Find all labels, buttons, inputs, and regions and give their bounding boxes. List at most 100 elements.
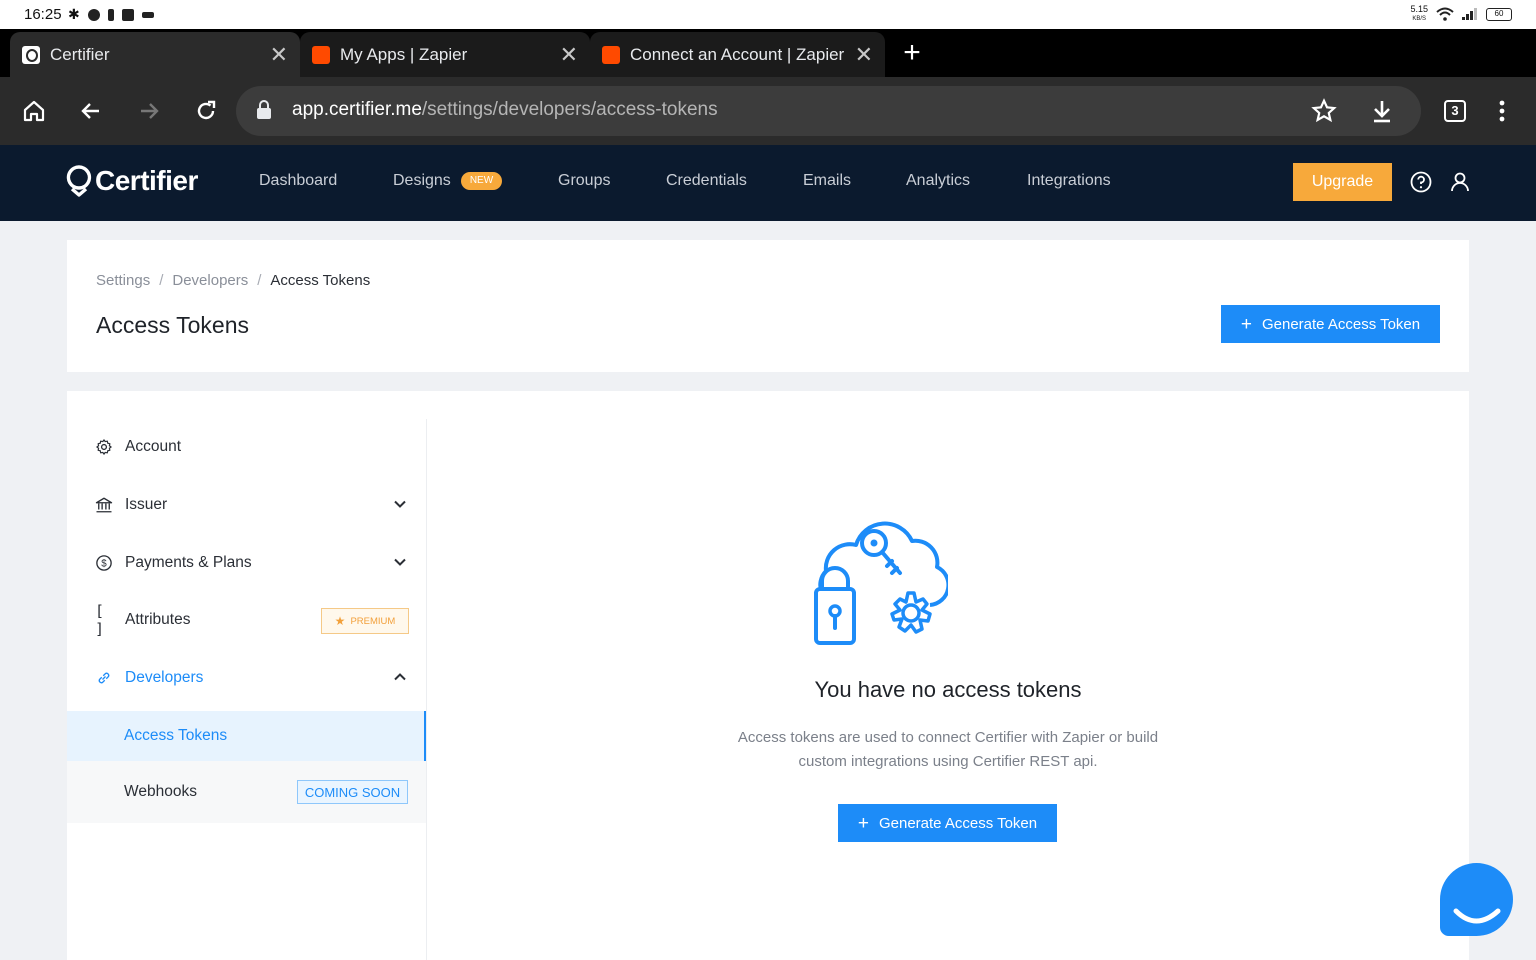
home-button[interactable] [18,95,50,127]
new-badge: NEW [460,172,503,190]
chevron-down-icon[interactable] [393,555,407,569]
settings-sidebar: Account Issuer $ Payments & Plans [ ] At… [67,419,427,960]
url-path: /settings/developers/access-tokens [421,99,718,120]
browser-menu-button[interactable] [1486,95,1518,127]
clock: 16:25 [24,6,62,23]
close-tab-icon[interactable]: ✕ [270,42,288,68]
link-icon [95,669,113,687]
new-tab-button[interactable]: + [897,35,927,71]
reload-icon [197,100,216,120]
upgrade-button[interactable]: Upgrade [1293,163,1392,201]
generate-access-token-button[interactable]: + Generate Access Token [1221,305,1440,343]
nav-label: Analytics [906,172,971,189]
star-icon [1311,98,1337,123]
user-profile-button[interactable] [1448,170,1472,194]
cloud-security-illustration [814,521,948,645]
network-speed: 5.15 KB/S [1410,5,1428,23]
nav-label: Integrations [1027,172,1111,189]
help-icon [1410,171,1432,193]
back-arrow-icon [81,103,99,119]
chevron-up-icon[interactable] [393,670,407,684]
help-button[interactable] [1409,170,1433,194]
sidebar-subitem-label: Access Tokens [124,727,228,744]
breadcrumb-settings[interactable]: Settings [96,272,150,289]
empty-state-description-line1: Access tokens are used to connect Certif… [737,729,1159,746]
sidebar-subitem-access-tokens[interactable]: Access Tokens [67,711,426,761]
plus-icon: + [857,812,869,834]
sidebar-item-developers[interactable]: Developers [67,650,427,706]
network-speed-unit: KB/S [1412,16,1427,22]
bank-icon [95,496,113,514]
back-button[interactable] [75,95,107,127]
close-tab-icon[interactable]: ✕ [560,42,578,68]
nav-emails[interactable]: Emails [803,172,851,190]
battery-level: 60 [1494,8,1504,18]
tab-switcher-button[interactable]: 3 [1439,95,1471,127]
system-status-bar: 16:25 ✱ 5.15 KB/S 60 [0,0,1536,29]
tab-title: Certifier [50,44,110,64]
button-label: Generate Access Token [878,814,1038,832]
close-tab-icon[interactable]: ✕ [855,42,873,68]
certifier-logo[interactable]: Certifier [66,165,198,197]
plus-icon: + [1240,313,1252,335]
browser-toolbar: app.certifier.me/settings/developers/acc… [0,77,1536,145]
nav-dashboard[interactable]: Dashboard [259,172,337,190]
sidebar-item-label: Issuer [125,496,168,513]
brackets-icon: [ ] [95,602,105,638]
sidebar-item-label: Attributes [125,611,191,628]
home-icon [23,100,45,122]
browser-tab-certifier[interactable]: Certifier ✕ [10,32,300,77]
tab-count-icon: 3 [1444,100,1466,122]
page-title: Access Tokens [96,312,249,338]
nav-label: Designs [393,172,451,189]
chat-widget-button[interactable] [1440,863,1513,936]
sidebar-item-payments-plans[interactable]: $ Payments & Plans [67,535,427,591]
nav-label: Credentials [666,172,747,189]
url-host: app.certifier.me [292,99,422,120]
download-page-button[interactable] [1370,98,1394,129]
page-header-card: Settings / Developers / Access Tokens Access… [67,240,1469,372]
nav-groups[interactable]: Groups [558,172,610,190]
breadcrumb-current: Access Tokens [270,272,371,289]
sidebar-item-issuer[interactable]: Issuer [67,477,427,533]
nav-label: Dashboard [259,172,338,189]
empty-state-generate-token-button[interactable]: + Generate Access Token [838,804,1057,842]
breadcrumb-developers[interactable]: Developers [172,272,248,289]
certifier-favicon [22,45,40,64]
star-icon: ★ [334,614,346,628]
app-notification-icon [87,8,100,21]
breadcrumb-separator: / [257,272,262,289]
premium-badge: ★ PREMIUM [321,608,409,634]
sidebar-item-label: Account [125,438,182,455]
sidebar-item-label: Developers [125,669,204,686]
battery-icon: 60 [1486,7,1512,21]
system-indicators: 5.15 KB/S 60 [1410,5,1512,23]
media-notification-icon [141,11,154,18]
nav-label: Groups [558,172,611,189]
photo-notification-icon [121,8,134,21]
breadcrumb: Settings / Developers / Access Tokens [96,272,370,289]
forward-arrow-icon [141,103,159,119]
browser-tab-my-apps-zapier[interactable]: My Apps | Zapier ✕ [300,32,590,77]
bluetooth-icon: ✱ [68,6,80,22]
wifi-icon [1436,7,1454,21]
button-label: Generate Access Token [1261,315,1421,333]
svg-text:$: $ [101,558,107,569]
chevron-down-icon[interactable] [393,497,407,511]
nav-label: Emails [803,172,852,189]
sidebar-item-attributes[interactable]: [ ] Attributes ★ PREMIUM [67,592,427,648]
nav-analytics[interactable]: Analytics [906,172,970,190]
network-speed-value: 5.15 [1410,4,1428,14]
bookmark-star-button[interactable] [1311,98,1337,129]
sidebar-item-account[interactable]: Account [67,419,427,475]
download-icon [1374,101,1390,123]
nav-designs[interactable]: Designs NEW [393,172,503,190]
nav-integrations[interactable]: Integrations [1027,172,1111,190]
forward-button[interactable] [133,95,165,127]
nav-credentials[interactable]: Credentials [666,172,747,190]
address-bar[interactable]: app.certifier.me/settings/developers/acc… [236,86,1421,136]
browser-tab-connect-account-zapier[interactable]: Connect an Account | Zapier ✕ [590,32,885,77]
sidebar-subitem-webhooks[interactable]: Webhooks COMING SOON [67,761,426,823]
reload-button[interactable] [190,95,222,127]
empty-state-description: Access tokens are used to connect Certif… [698,726,1198,774]
